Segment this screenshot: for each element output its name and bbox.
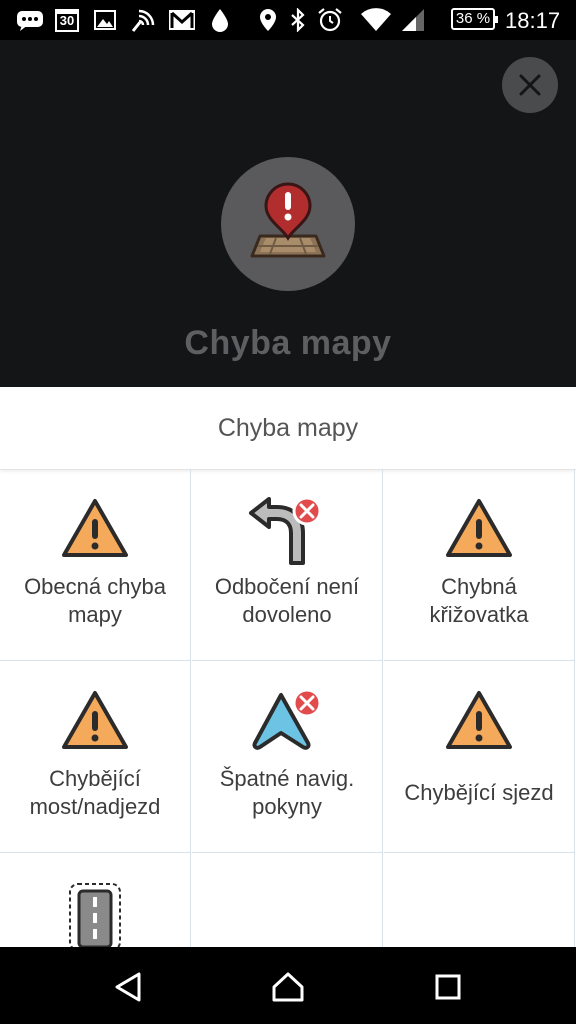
home-icon [272, 972, 304, 1002]
empty-cell [192, 853, 383, 947]
warning-icon [62, 499, 128, 557]
no-turn-icon [249, 497, 322, 565]
home-button[interactable] [266, 965, 310, 1009]
category-label: Chybějící sjezd [404, 780, 554, 805]
status-bar: 30 36 % 18:17 [0, 0, 576, 40]
navigation-bar [0, 947, 576, 1024]
warning-icon [446, 691, 512, 749]
recents-icon [435, 974, 461, 1000]
category-missing-road[interactable] [0, 853, 191, 947]
alarm-icon [317, 7, 343, 33]
category-turn-not-allowed[interactable]: Odbočení není dovoleno [192, 469, 383, 661]
category-label: Odbočení není dovoleno [214, 574, 360, 627]
category-label: Špatné navig. pokyny [219, 766, 355, 819]
signal-icon [400, 7, 426, 33]
empty-cell [384, 853, 575, 947]
chat-icon [16, 7, 44, 33]
close-button[interactable] [502, 57, 558, 113]
clock: 18:17 [505, 8, 561, 33]
map-error-icon [250, 182, 326, 258]
calendar-day: 30 [59, 13, 75, 28]
category-label: Chybějící most/nadjezd [29, 766, 161, 819]
back-button[interactable] [106, 965, 150, 1009]
map-error-badge [221, 157, 355, 291]
location-icon [258, 7, 278, 33]
calendar-icon: 30 [55, 7, 79, 33]
category-label: Chybná křižovatka [429, 574, 529, 627]
header-title: Chyba mapy [184, 324, 392, 362]
warning-icon [62, 691, 128, 749]
back-icon [115, 972, 141, 1002]
gmail-icon [168, 7, 196, 33]
category-wrong-junction[interactable]: Chybná křižovatka [384, 469, 575, 661]
battery-indicator: 36 % [451, 8, 498, 30]
category-missing-exit[interactable]: Chybějící sjezd [384, 661, 575, 853]
category-sheet: Chyba mapy Obecná chyba mapy Odbočení ne… [0, 387, 576, 947]
category-missing-bridge[interactable]: Chybějící most/nadjezd [0, 661, 191, 853]
category-general-map-error[interactable]: Obecná chyba mapy [0, 469, 191, 661]
wireless-icon [129, 7, 157, 33]
close-icon [519, 74, 541, 96]
image-icon [94, 7, 116, 33]
recents-button[interactable] [426, 965, 470, 1009]
drop-icon [210, 7, 230, 33]
category-label: Obecná chyba mapy [24, 574, 166, 627]
sheet-title: Chyba mapy [0, 387, 576, 470]
wrong-navigation-icon [252, 689, 322, 750]
category-wrong-navigation[interactable]: Špatné navig. pokyny [192, 661, 383, 853]
bluetooth-icon [289, 7, 307, 33]
road-icon [69, 883, 121, 947]
wifi-icon [360, 7, 392, 33]
warning-icon [446, 499, 512, 557]
